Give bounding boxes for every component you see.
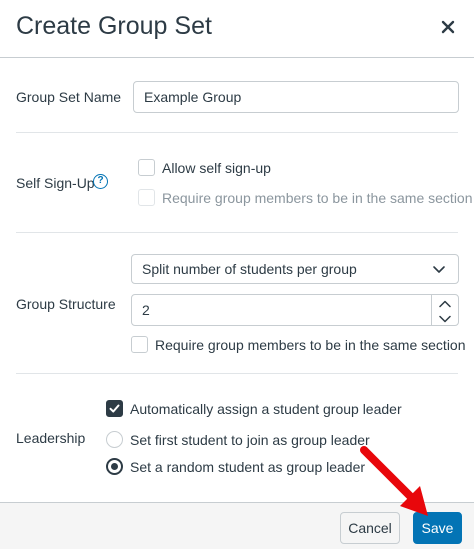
section-divider (16, 232, 458, 233)
increment-button[interactable] (432, 296, 458, 311)
chevron-up-icon (439, 300, 451, 307)
number-stepper (431, 295, 458, 325)
dialog-header: Create Group Set (0, 0, 474, 58)
allow-self-signup-checkbox[interactable] (138, 159, 155, 176)
leader-first-student-radio[interactable] (106, 431, 123, 448)
group-structure-select-value: Split number of students per group (142, 261, 357, 277)
group-structure-select[interactable]: Split number of students per group (131, 254, 459, 284)
close-icon[interactable] (437, 14, 459, 40)
dialog-title: Create Group Set (16, 12, 212, 40)
leader-random-student-radio[interactable] (106, 458, 123, 475)
auto-assign-leader-label: Automatically assign a student group lea… (130, 401, 402, 417)
leader-first-student-label: Set first student to join as group leade… (130, 432, 370, 448)
dialog-footer (0, 502, 474, 549)
cancel-button[interactable]: Cancel (340, 512, 400, 544)
self-signup-label: Self Sign-Up (16, 175, 95, 191)
students-per-group-input[interactable]: 2 (131, 294, 459, 326)
group-structure-label: Group Structure (16, 296, 116, 312)
auto-assign-leader-checkbox[interactable] (106, 400, 123, 417)
allow-self-signup-label: Allow self sign-up (162, 160, 271, 176)
section-divider (16, 132, 458, 133)
students-per-group-value: 2 (142, 302, 150, 318)
signup-require-same-section-label: Require group members to be in the same … (162, 190, 473, 206)
section-divider (16, 373, 458, 374)
chevron-down-icon (433, 266, 445, 273)
signup-require-same-section-checkbox[interactable] (138, 189, 155, 206)
leader-random-student-label: Set a random student as group leader (130, 459, 366, 475)
leadership-label: Leadership (16, 430, 86, 446)
group-set-name-value: Example Group (144, 89, 242, 105)
checkmark-icon (109, 404, 120, 413)
group-set-name-label: Group Set Name (16, 89, 122, 105)
structure-require-same-section-label: Require group members to be in the same … (155, 337, 466, 353)
decrement-button[interactable] (432, 311, 458, 326)
group-set-name-input[interactable]: Example Group (133, 81, 459, 113)
chevron-down-icon (439, 315, 451, 322)
save-button[interactable]: Save (413, 512, 462, 544)
structure-require-same-section-checkbox[interactable] (131, 336, 148, 353)
help-icon[interactable]: ? (93, 174, 108, 189)
